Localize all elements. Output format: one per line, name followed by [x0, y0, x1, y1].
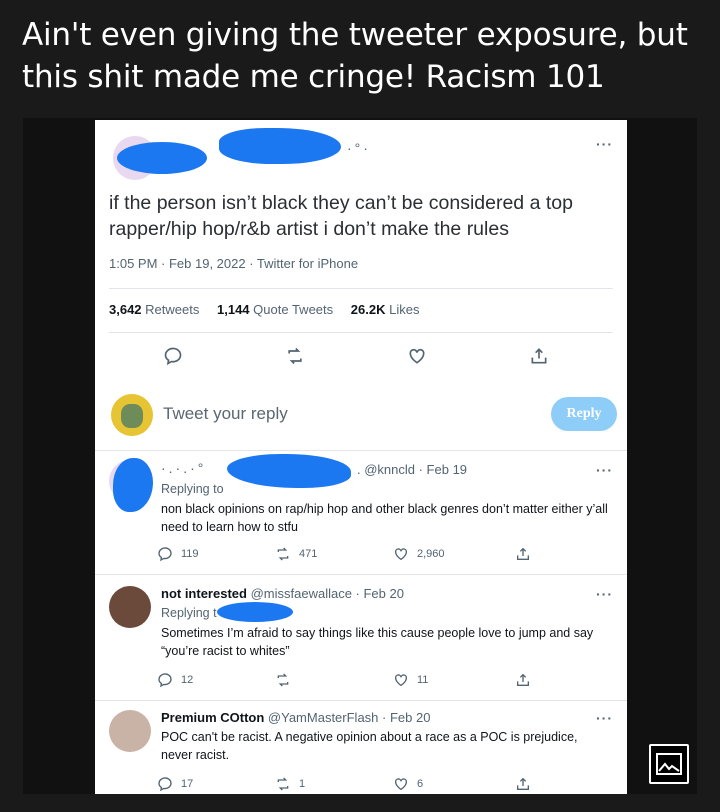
likes-stat[interactable]: 26.2K Likes: [351, 302, 420, 317]
redaction-mark: [113, 458, 153, 512]
redaction-mark: [217, 602, 293, 622]
reply-text: POC can't be racist. A negative opinion …: [161, 730, 578, 762]
redaction-mark: [117, 142, 207, 174]
more-options-icon[interactable]: ···: [596, 462, 613, 478]
reply-avatar: [109, 710, 151, 752]
reply-icon[interactable]: [163, 346, 183, 366]
retweet-count[interactable]: 1: [275, 776, 305, 792]
replying-to: Replying t: [161, 606, 217, 620]
replying-to: Replying to: [161, 482, 224, 496]
reply-icon: [158, 777, 172, 792]
reply-button[interactable]: Reply: [551, 397, 617, 431]
share-icon: [517, 673, 529, 686]
divider: [95, 574, 627, 575]
reply-icon: [158, 547, 172, 562]
redaction-mark: [227, 454, 351, 488]
reply-count[interactable]: 12: [157, 672, 193, 688]
retweet-icon: [277, 777, 289, 791]
reply-icon: [158, 673, 172, 688]
user-avatar-detail: [121, 404, 143, 428]
reply-actions: 12 11: [157, 672, 537, 688]
reply-header: Premium COtton @YamMasterFlash · Feb 20: [161, 710, 431, 725]
reply-header: not interested @missfaewallace · Feb 20: [161, 586, 404, 601]
quote-tweets-stat[interactable]: 1,144 Quote Tweets: [217, 302, 333, 317]
reply-text: Sometimes I’m afraid to say things like …: [161, 626, 594, 658]
share-button[interactable]: [515, 776, 531, 792]
share-icon: [517, 777, 529, 790]
reply-input[interactable]: Tweet your reply: [163, 404, 288, 424]
share-icon: [517, 547, 529, 560]
main-tweet-stats: 3,642 Retweets 1,144 Quote Tweets 26.2K …: [109, 302, 419, 317]
retweet-icon: [277, 673, 289, 687]
main-tweet-text: if the person isn’t black they can’t be …: [109, 192, 573, 240]
like-icon: [395, 778, 407, 791]
retweet-icon[interactable]: [285, 346, 305, 366]
like-count[interactable]: 11: [393, 672, 428, 688]
divider: [95, 450, 627, 451]
like-count[interactable]: 6: [393, 776, 423, 792]
like-count[interactable]: 2,960: [393, 546, 445, 562]
reply-count[interactable]: 119: [157, 546, 199, 562]
more-options-icon[interactable]: ···: [596, 586, 613, 602]
share-icon[interactable]: [529, 346, 549, 366]
post-caption: Ain't even giving the tweeter exposure, …: [22, 17, 688, 95]
retweets-stat[interactable]: 3,642 Retweets: [109, 302, 199, 317]
reply-avatar: [109, 586, 151, 628]
redaction-mark: [219, 128, 341, 164]
retweet-icon: [277, 547, 289, 561]
tweet-screen: ·°· ··· if the person isn’t black they c…: [95, 120, 627, 794]
reply-actions: 119 471 2,960: [157, 546, 537, 562]
like-icon: [395, 548, 407, 561]
reply-count[interactable]: 17: [157, 776, 193, 792]
redaction-dots: ·.·.·°: [161, 460, 207, 476]
retweet-count[interactable]: 471: [275, 546, 317, 562]
reply-actions: 17 1 6: [157, 776, 537, 792]
main-tweet-actions: [155, 346, 575, 366]
image-gallery-icon[interactable]: [649, 744, 689, 784]
divider: [109, 332, 613, 333]
share-button[interactable]: [515, 546, 531, 562]
divider: [95, 700, 627, 701]
more-options-icon[interactable]: ···: [596, 710, 613, 726]
divider: [109, 288, 613, 289]
reply-text: non black opinions on rap/hip hop and ot…: [161, 502, 608, 534]
reply-header: . @knncld · Feb 19: [357, 462, 468, 477]
like-icon: [395, 674, 407, 687]
like-icon[interactable]: [407, 346, 427, 366]
share-button[interactable]: [515, 672, 531, 688]
main-tweet-meta: 1:05 PM · Feb 19, 2022 · Twitter for iPh…: [109, 256, 359, 271]
retweet-count[interactable]: [275, 672, 299, 688]
redaction-dots: ·°·: [347, 140, 371, 156]
reply-composer: Tweet your reply Reply: [109, 392, 617, 438]
more-options-icon[interactable]: ···: [596, 136, 613, 152]
screenshot-photo[interactable]: ·°· ··· if the person isn’t black they c…: [23, 118, 697, 794]
